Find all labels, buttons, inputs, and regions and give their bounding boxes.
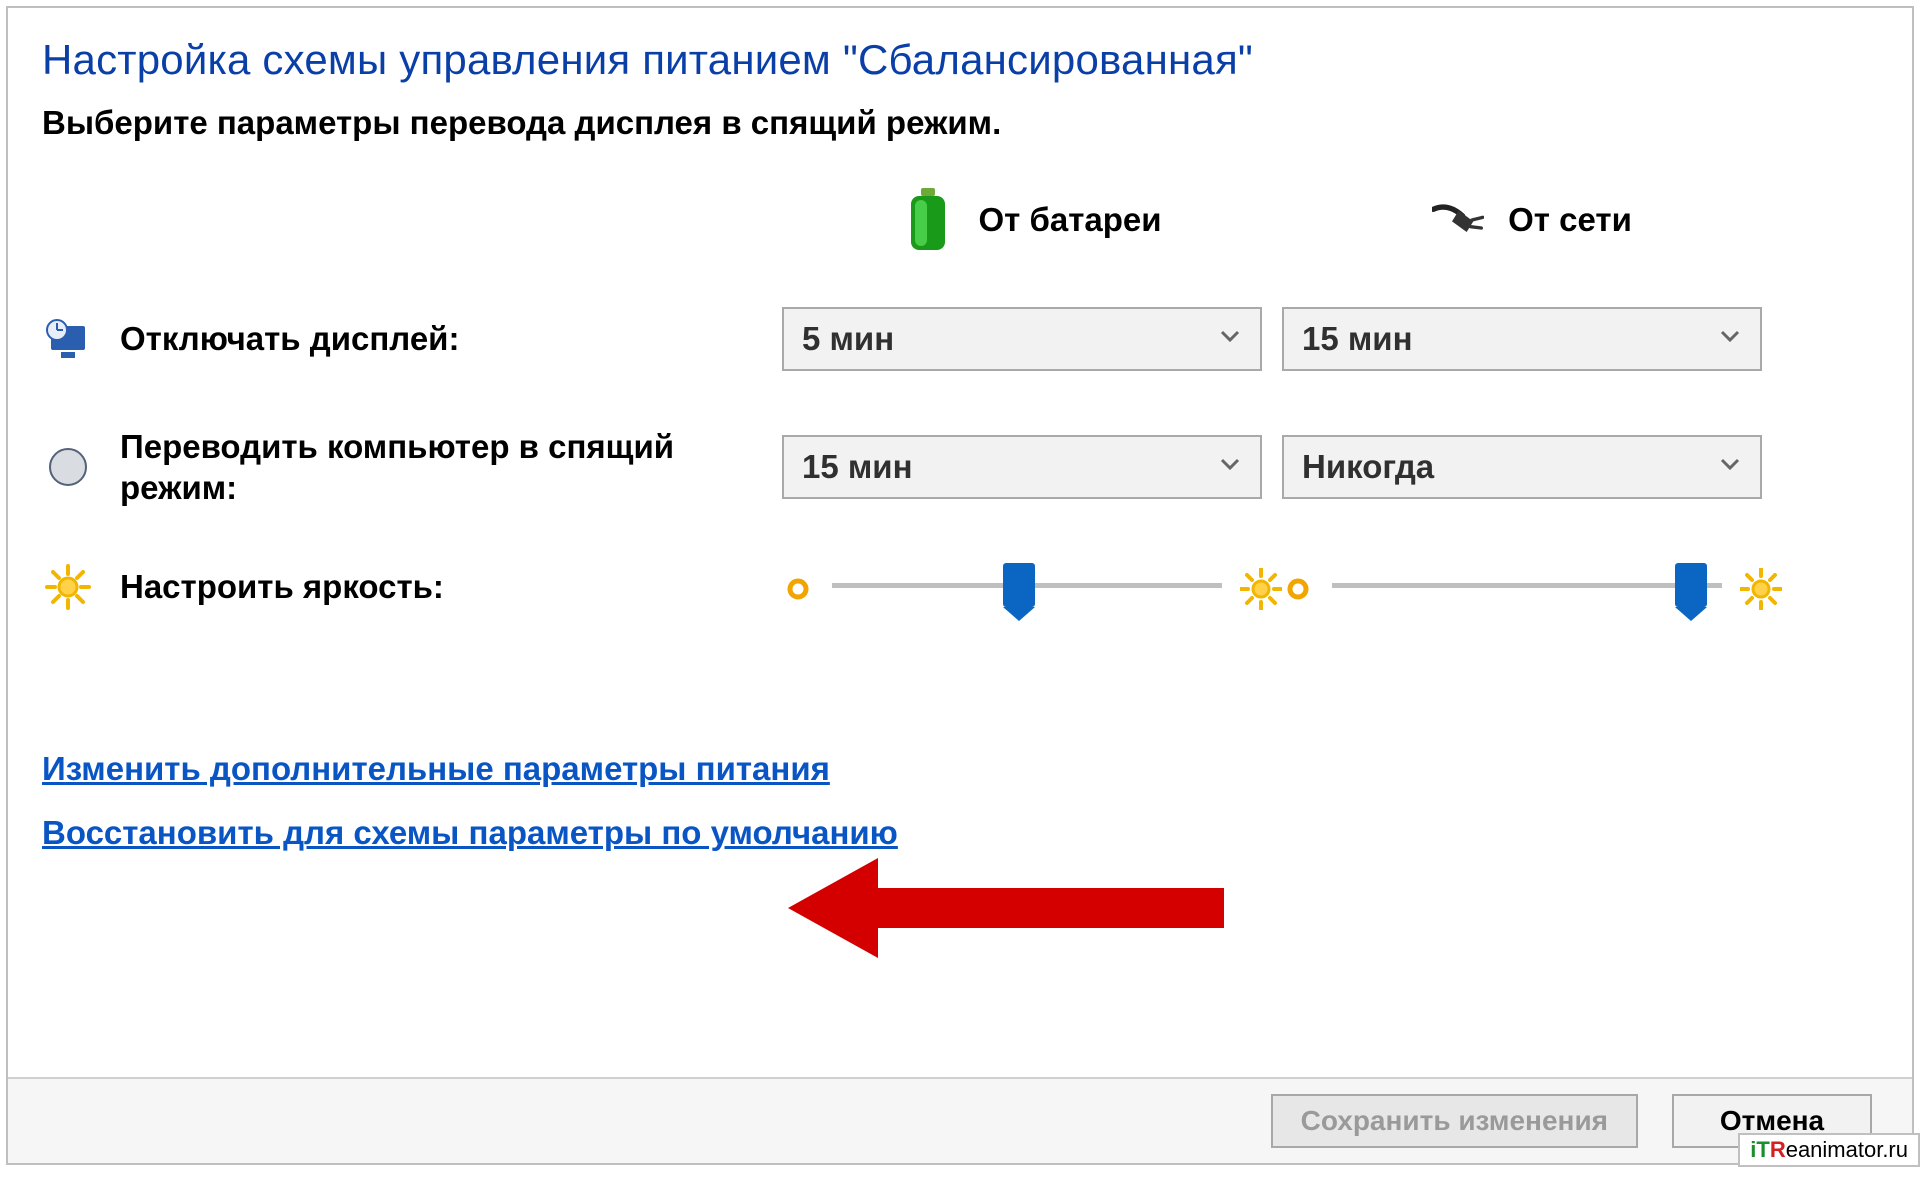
sleep-ac-select[interactable]: Никогда (1282, 435, 1762, 499)
chevron-down-icon (1218, 323, 1242, 355)
column-header-ac: От сети (1282, 192, 1782, 248)
column-header-battery: От батареи (782, 188, 1282, 252)
row-sleep: Переводить компьютер в спящий режим: (42, 426, 782, 509)
slider-track[interactable] (1332, 569, 1722, 609)
display-off-ac-value: 15 мин (1302, 320, 1413, 358)
content-area: Настройка схемы управления питанием "Сба… (8, 8, 1912, 1079)
display-off-ac-select[interactable]: 15 мин (1282, 307, 1762, 371)
brightness-ac-slider[interactable] (1282, 564, 1782, 610)
sun-low-icon (782, 573, 814, 605)
save-button-label: Сохранить изменения (1301, 1105, 1608, 1137)
chevron-down-icon (1218, 451, 1242, 483)
row-sleep-label: Переводить компьютер в спящий режим: (120, 426, 730, 509)
sun-high-icon (1240, 568, 1282, 610)
battery-icon (902, 188, 954, 252)
slider-thumb[interactable] (1675, 563, 1707, 607)
monitor-clock-icon (42, 316, 94, 362)
slider-thumb[interactable] (1003, 563, 1035, 607)
sleep-ac-value: Никогда (1302, 448, 1434, 486)
sun-low-icon (1282, 573, 1314, 605)
page-subtitle: Выберите параметры перевода дисплея в сп… (42, 104, 1878, 142)
watermark: iTReanimator.ru (1738, 1133, 1920, 1167)
plug-icon (1432, 192, 1484, 248)
page-title: Настройка схемы управления питанием "Сба… (42, 36, 1878, 84)
column-header-battery-label: От батареи (978, 201, 1161, 239)
advanced-settings-link[interactable]: Изменить дополнительные параметры питани… (42, 750, 830, 788)
slider-track[interactable] (832, 569, 1222, 609)
moon-icon (42, 446, 94, 488)
display-off-battery-value: 5 мин (802, 320, 894, 358)
brightness-battery-slider[interactable] (782, 564, 1282, 610)
links-block: Изменить дополнительные параметры питани… (42, 750, 1878, 878)
footer-bar: Сохранить изменения Отмена (8, 1079, 1912, 1163)
row-display-off: Отключать дисплей: (42, 316, 782, 362)
sleep-battery-select[interactable]: 15 мин (782, 435, 1262, 499)
row-brightness: Настроить яркость: (42, 564, 782, 610)
row-display-off-label: Отключать дисплей: (120, 320, 459, 358)
settings-grid: От батареи От сети (42, 188, 1878, 610)
chevron-down-icon (1718, 323, 1742, 355)
restore-defaults-link[interactable]: Восстановить для схемы параметры по умол… (42, 814, 898, 852)
chevron-down-icon (1718, 451, 1742, 483)
row-brightness-label: Настроить яркость: (120, 568, 444, 606)
sleep-battery-value: 15 мин (802, 448, 913, 486)
brightness-icon (42, 564, 94, 610)
display-off-battery-select[interactable]: 5 мин (782, 307, 1262, 371)
sun-high-icon (1740, 568, 1782, 610)
save-button: Сохранить изменения (1271, 1094, 1638, 1148)
column-header-ac-label: От сети (1508, 201, 1632, 239)
